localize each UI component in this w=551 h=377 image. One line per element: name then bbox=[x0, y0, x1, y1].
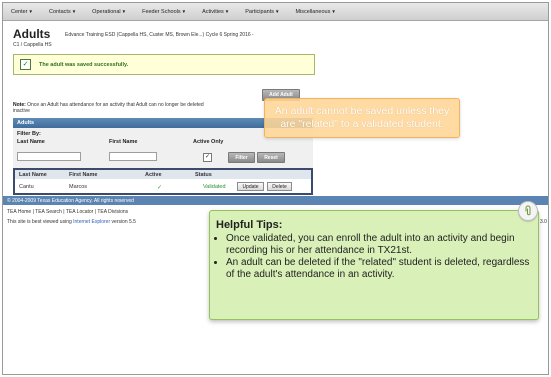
success-banner: ✓ The adult was saved successfully. bbox=[13, 54, 315, 75]
col-first-name[interactable]: First Name bbox=[69, 172, 97, 178]
tip-item: An adult can be deleted if the "related"… bbox=[226, 257, 530, 281]
nav-center[interactable]: Center▼ bbox=[3, 9, 41, 15]
internet-explorer-link[interactable]: Internet Explorer bbox=[73, 219, 110, 225]
last-name-input[interactable] bbox=[17, 152, 81, 161]
active-only-checkbox[interactable]: ✓ bbox=[203, 153, 212, 162]
active-only-label: Active Only bbox=[193, 139, 224, 145]
browser-frame: Center▼ Contacts▼ Operational▼ Feeder Sc… bbox=[2, 2, 549, 375]
delete-button[interactable]: Delete bbox=[267, 182, 292, 191]
reset-button[interactable]: Reset bbox=[257, 152, 285, 163]
page-subtitle-school: C1 / Cappella HS bbox=[13, 42, 52, 48]
helpful-tips-callout: Helpful Tips: Once validated, you can en… bbox=[209, 201, 539, 320]
checkbox-icon: ✓ bbox=[20, 59, 31, 70]
top-nav: Center▼ Contacts▼ Operational▼ Feeder Sc… bbox=[3, 3, 548, 21]
nav-participants[interactable]: Participants▼ bbox=[237, 9, 287, 15]
footer-version-fragment: 3.0 bbox=[540, 219, 547, 225]
cell-last-name: Cantu bbox=[19, 184, 34, 190]
first-name-label: First Name bbox=[109, 139, 138, 145]
note-body-2: inactive bbox=[13, 108, 30, 114]
page-title: Adults bbox=[13, 27, 51, 41]
nav-contacts[interactable]: Contacts▼ bbox=[41, 9, 84, 15]
update-button[interactable]: Update bbox=[237, 182, 264, 191]
footer-note-prefix: This site is best viewed using bbox=[7, 219, 74, 225]
table-header bbox=[15, 170, 311, 179]
col-active[interactable]: Active bbox=[145, 172, 162, 178]
footer-copyright: © 2004-2009 Texas Education Agency. All … bbox=[3, 196, 548, 205]
cell-status: Validated bbox=[203, 184, 226, 190]
col-last-name[interactable]: Last Name bbox=[19, 172, 47, 178]
first-name-input[interactable] bbox=[109, 152, 157, 161]
col-status[interactable]: Status bbox=[195, 172, 212, 178]
footer-links[interactable]: TEA Home | TEA Search | TEA Locator | TE… bbox=[7, 209, 128, 215]
nav-miscellaneous[interactable]: Miscellaneous▼ bbox=[287, 9, 343, 15]
tip-item: Once validated, you can enroll the adult… bbox=[226, 233, 530, 257]
paperclip-icon bbox=[518, 201, 538, 221]
page-subtitle: Edvance Training ESD (Cappella HS, Custe… bbox=[65, 32, 254, 38]
paperclip-glyph bbox=[525, 205, 531, 216]
nav-operational[interactable]: Operational▼ bbox=[84, 9, 134, 15]
last-name-label: Last Name bbox=[17, 139, 45, 145]
filter-button[interactable]: Filter bbox=[228, 152, 255, 163]
adults-table: Last Name First Name Active Status Cantu… bbox=[13, 168, 313, 195]
filter-by-label: Filter By: bbox=[17, 131, 41, 137]
footer-note: This site is best viewed using Internet … bbox=[7, 219, 136, 225]
cell-first-name: Marcos bbox=[69, 184, 88, 190]
note-body: Once an Adult has attendance for an acti… bbox=[27, 102, 204, 108]
footer-note-suffix: version 5.5 bbox=[110, 219, 136, 225]
nav-feeder-schools[interactable]: Feeder Schools▼ bbox=[134, 9, 194, 15]
tips-title: Helpful Tips: bbox=[216, 219, 283, 231]
warning-callout: An adult cannot be saved unless they are… bbox=[264, 98, 460, 138]
active-check-icon: ✓ bbox=[157, 185, 163, 191]
tips-list: Once validated, you can enroll the adult… bbox=[216, 233, 530, 281]
nav-activities[interactable]: Activities▼ bbox=[194, 9, 237, 15]
success-message: The adult was saved successfully. bbox=[39, 61, 129, 68]
